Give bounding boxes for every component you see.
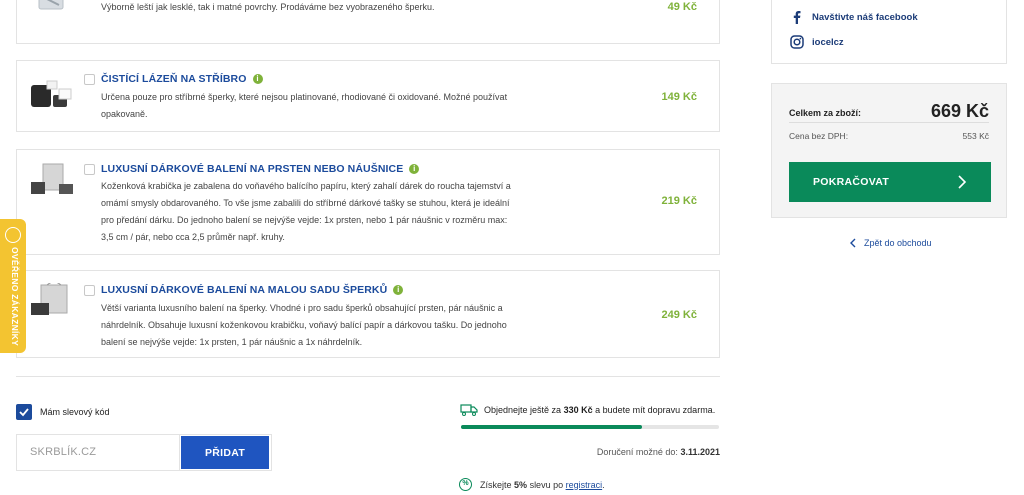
product-thumbnail[interactable] [29, 162, 75, 198]
item-title[interactable]: LUXUSNÍ DÁRKOVÉ BALENÍ NA MALOU SADU ŠPE… [101, 284, 404, 296]
item-description: Větší varianta luxusního balení na šperk… [101, 303, 507, 347]
divider [16, 376, 720, 377]
cart-item: ČISTÍCÍ LÁZEŇ NA STŘÍBRO i Určena pouze p… [16, 60, 720, 132]
back-to-shop-link[interactable]: Zpět do obchodu [848, 238, 932, 248]
item-checkbox[interactable] [84, 74, 95, 85]
item-title[interactable]: ČISTÍCÍ LÁZEŇ NA STŘÍBRO i [101, 73, 263, 85]
instagram-icon [790, 35, 804, 49]
truck-icon [460, 404, 478, 416]
check-icon [19, 408, 29, 417]
product-thumbnail[interactable] [29, 281, 75, 319]
total-value: 669 Kč [930, 101, 989, 121]
registration-promo: % Získejte 5% slevu po registraci. [459, 478, 605, 491]
info-icon[interactable]: i [393, 285, 404, 295]
vat-value: 553 Kč [962, 131, 989, 141]
add-discount-button[interactable]: PŘIDAT [181, 436, 269, 469]
item-checkbox[interactable] [84, 164, 95, 175]
discount-code-input[interactable]: SKRBLÍK.CZ [16, 434, 180, 471]
cart-item: LUXUSNÍ DÁRKOVÉ BALENÍ NA PRSTEN NEBO NÁ… [16, 149, 720, 255]
item-title[interactable]: LUXUSNÍ DÁRKOVÉ BALENÍ NA PRSTEN NEBO NÁ… [101, 163, 420, 175]
chevron-left-icon [850, 238, 856, 248]
item-price: 249 Kč [661, 309, 697, 321]
progress-fill [461, 425, 642, 429]
item-description: Výborně leští jak lesklé, tak i matné po… [101, 2, 435, 12]
facebook-icon [793, 11, 801, 24]
product-thumbnail[interactable] [29, 77, 75, 113]
continue-button[interactable]: POKRAČOVAT [789, 162, 991, 202]
verified-badge[interactable]: OVĚŘENO ZÁKAZNÍKY [0, 219, 26, 353]
verified-icon [5, 227, 21, 243]
social-links: Navštivte náš facebook iocelcz [771, 0, 1007, 64]
delivery-date: Doručení možné do: 3.11.2021 [596, 447, 720, 457]
product-thumbnail[interactable] [29, 0, 75, 29]
discount-checkbox[interactable] [16, 404, 32, 420]
order-summary: Celkem za zboží: 669 Kč Cena bez DPH: 55… [771, 83, 1007, 218]
free-shipping-progress [461, 425, 719, 429]
item-description: Koženková krabička je zabalena do voňavé… [101, 181, 511, 242]
facebook-link[interactable]: Navštivte náš facebook [790, 10, 918, 24]
item-price: 219 Kč [661, 195, 697, 207]
item-price: 49 Kč [667, 1, 697, 13]
item-price: 149 Kč [661, 91, 697, 103]
cart-item: LUXUSNÍ DÁRKOVÉ BALENÍ NA MALOU SADU ŠPE… [16, 270, 720, 358]
info-icon[interactable]: i [252, 74, 263, 84]
chevron-right-icon [958, 175, 967, 189]
percent-icon: % [459, 478, 472, 491]
instagram-link[interactable]: iocelcz [790, 35, 844, 49]
item-checkbox[interactable] [84, 285, 95, 296]
cart-item: Výborně leští jak lesklé, tak i matné po… [16, 0, 720, 44]
registration-link[interactable]: registraci [566, 480, 603, 490]
discount-checkbox-label[interactable]: Mám slevový kód [40, 407, 110, 417]
free-shipping-note: Objednejte ještě za 330 Kč a budete mít … [460, 404, 715, 416]
info-icon[interactable]: i [409, 164, 420, 174]
total-label: Celkem za zboží: [789, 108, 862, 118]
item-description: Určena pouze pro stříbrné šperky, které … [101, 92, 508, 119]
vat-label: Cena bez DPH: [789, 131, 849, 141]
badge-label: OVĚŘENO ZÁKAZNÍKY [10, 247, 20, 347]
divider [789, 122, 989, 123]
